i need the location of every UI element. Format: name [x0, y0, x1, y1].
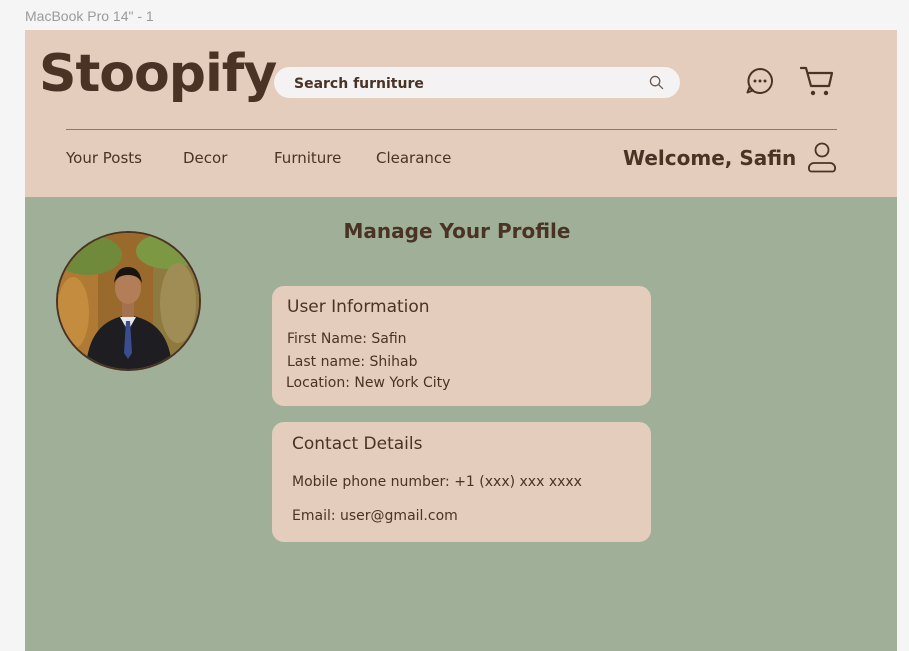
chat-bubble-icon[interactable] — [745, 66, 775, 96]
first-name-field: First Name: Safin — [287, 331, 407, 347]
header-divider — [66, 129, 837, 130]
nav-furniture[interactable]: Furniture — [274, 149, 341, 167]
profile-photo[interactable] — [56, 231, 201, 371]
welcome-text: Welcome, Safin — [623, 146, 797, 170]
email-field: Email: user@gmail.com — [292, 508, 458, 524]
contact-details-title: Contact Details — [292, 434, 423, 454]
contact-details-card: Contact Details Mobile phone number: +1 … — [272, 422, 651, 542]
search-bar[interactable] — [274, 67, 680, 98]
app-frame: Stoopify Your Posts Decor Furniture Clea… — [25, 30, 897, 651]
profile-photo-image — [58, 233, 199, 369]
user-profile-icon[interactable] — [805, 142, 839, 174]
user-information-title: User Information — [287, 297, 430, 317]
user-information-card: User Information First Name: Safin Last … — [272, 286, 651, 406]
artboard-label: MacBook Pro 14" - 1 — [25, 8, 154, 24]
nav-your-posts[interactable]: Your Posts — [66, 149, 142, 167]
header: Stoopify Your Posts Decor Furniture Clea… — [25, 30, 897, 197]
nav-decor[interactable]: Decor — [183, 149, 227, 167]
last-name-field: Last name: Shihab — [287, 354, 418, 370]
search-input[interactable] — [292, 73, 636, 94]
search-icon[interactable] — [649, 75, 664, 90]
nav-clearance[interactable]: Clearance — [376, 149, 451, 167]
location-field: Location: New York City — [286, 375, 451, 391]
page-title: Manage Your Profile — [343, 219, 571, 243]
shopping-cart-icon[interactable] — [799, 64, 835, 98]
logo[interactable]: Stoopify — [39, 44, 277, 104]
phone-field: Mobile phone number: +1 (xxx) xxx xxxx — [292, 474, 582, 490]
